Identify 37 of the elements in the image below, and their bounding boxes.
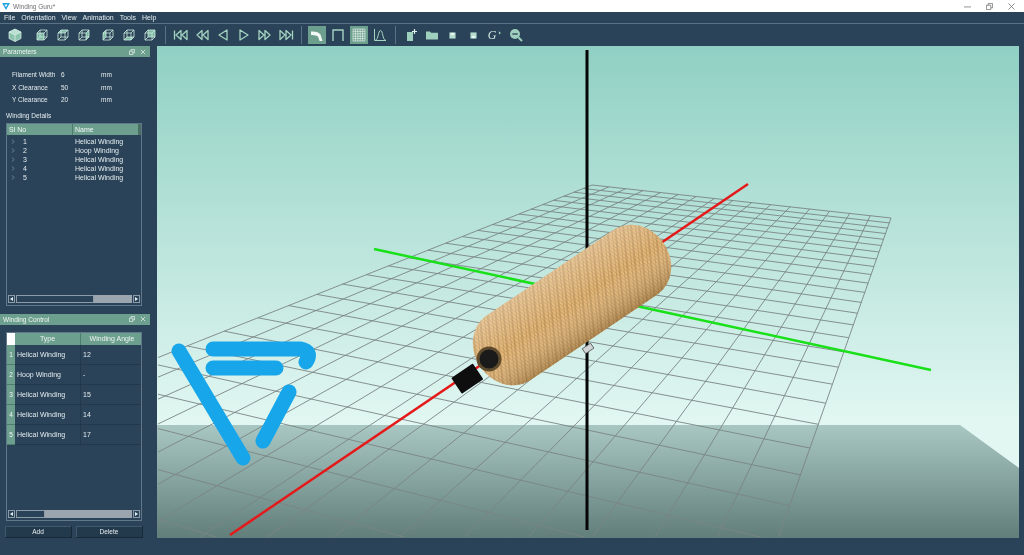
skip-end-icon[interactable]: [277, 29, 294, 41]
scrollbar-thumb[interactable]: [16, 509, 45, 518]
scrollbar-thumb[interactable]: [16, 294, 94, 303]
grid-button[interactable]: [349, 26, 368, 44]
scroll-left-button[interactable]: [8, 509, 15, 518]
wireframe-cube-icon[interactable]: [56, 28, 70, 42]
bracket-icon: [330, 28, 345, 42]
fast-forward-icon[interactable]: [256, 29, 273, 41]
clip-icon: [581, 342, 595, 355]
wireframe-cube-icon[interactable]: [35, 28, 49, 42]
bell-curve-icon: [372, 28, 387, 42]
grid-icon: [351, 28, 366, 42]
left-arrow-icon: [10, 296, 13, 301]
scroll-right-button[interactable]: [133, 509, 140, 518]
scroll-left-button[interactable]: [8, 294, 15, 303]
close-icon[interactable]: [1008, 2, 1015, 10]
wound-cylinder-drawing[interactable]: [472, 224, 672, 386]
right-arrow-icon: [135, 511, 138, 516]
curve-icon: [309, 28, 324, 42]
right-arrow-icon: [135, 296, 138, 301]
select-all-corner[interactable]: [7, 332, 15, 345]
zoom-out-icon[interactable]: [508, 28, 523, 42]
wireframe-cube-icon[interactable]: [142, 28, 157, 42]
solid-cube-icon[interactable]: [8, 28, 22, 42]
restore-icon[interactable]: [986, 2, 993, 10]
arrow-icon: [496, 30, 502, 35]
skip-start-icon[interactable]: [172, 29, 189, 41]
wireframe-cube-icon[interactable]: [100, 28, 115, 42]
scroll-right-button[interactable]: [133, 294, 140, 303]
app-logo-icon: [2, 2, 10, 10]
wireframe-cube-icon[interactable]: [121, 28, 136, 42]
left-arrow-icon: [10, 511, 13, 516]
shaft-stub: [451, 363, 483, 394]
3d-viewport[interactable]: [157, 46, 1019, 538]
wireframe-cube-icon[interactable]: [77, 28, 91, 42]
curve-button[interactable]: [307, 26, 326, 44]
g-button[interactable]: G: [487, 29, 502, 41]
